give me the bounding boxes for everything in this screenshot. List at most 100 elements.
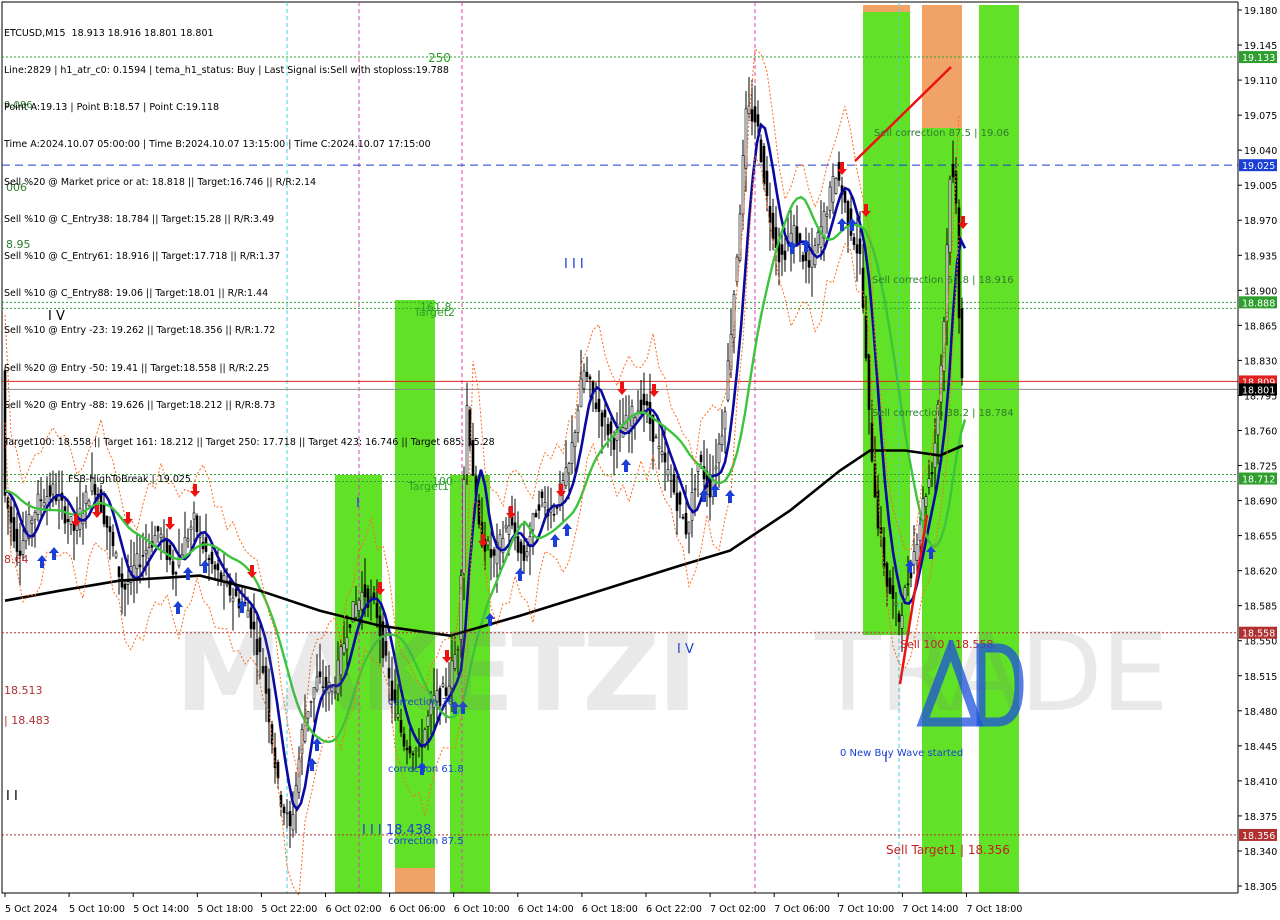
y-tick-label: 19.180 (1244, 6, 1277, 17)
candle-body (924, 496, 928, 507)
time-axis: 5 Oct 2024 5 Oct 10:00 5 Oct 14:00 5 Oct 18… (2, 892, 1238, 915)
x-tick-label: 7 Oct 14:00 (902, 904, 958, 915)
info-line: Sell %20 @ Entry -88: 19.626 || Target:1… (4, 399, 276, 411)
y-tick-label: 18.970 (1244, 216, 1277, 227)
chart-annotation: Sell correction 38.2 | 18.784 (872, 408, 1014, 419)
buy-arrow-icon (173, 601, 183, 614)
candle-body (867, 353, 871, 410)
buy-arrow-icon (562, 523, 572, 536)
candle-body (384, 640, 388, 656)
y-tick-label: 18.305 (1244, 882, 1277, 893)
candle-body (507, 525, 511, 535)
candle-body (123, 583, 127, 590)
candle-body (723, 411, 727, 430)
info-line: Point A:19.13 | Point B:18.57 | Point C:… (4, 102, 220, 114)
chart-annotation: Sell correction 87.5 | 19.06 (874, 128, 1009, 139)
chart-annotation: Sell Target1 | 18.356 (886, 843, 1010, 857)
candle-body (165, 538, 169, 561)
candle-body (762, 145, 766, 185)
zone-band (922, 128, 962, 893)
candle-body (687, 521, 691, 534)
info-line: Sell %10 @ Entry -23: 19.262 || Target:1… (4, 325, 276, 337)
candle-body (405, 747, 409, 751)
candle-body (306, 710, 310, 719)
candle-body (672, 473, 676, 493)
candle-body (891, 585, 895, 599)
y-tick-label: 19.110 (1244, 76, 1277, 87)
sell-arrow-icon (617, 382, 627, 395)
candle-body (387, 667, 391, 679)
candle-body (30, 519, 34, 524)
candle-body (915, 544, 919, 561)
candle-body (930, 472, 934, 475)
candle-body (570, 442, 574, 464)
info-line: Sell %10 @ C_Entry61: 18.916 || Target:1… (4, 251, 281, 263)
candle-body (453, 654, 457, 669)
candle-body (909, 572, 913, 579)
candle-body (282, 806, 286, 813)
candle-body (213, 564, 217, 570)
candle-body (138, 564, 142, 568)
chart-annotation: correction 61.8 (388, 764, 464, 775)
y-tick-label: 18.375 (1244, 812, 1277, 823)
candle-body (582, 370, 586, 390)
candle-body (564, 467, 568, 486)
candle-body (117, 566, 121, 577)
candle-body (333, 691, 337, 694)
zone-band (863, 5, 910, 12)
candle-body (12, 517, 16, 542)
candle-body (450, 660, 454, 689)
candle-body (606, 423, 610, 436)
candle-body (861, 267, 865, 308)
candle-body (42, 502, 46, 507)
candle-body (39, 499, 43, 502)
candle-body (294, 785, 298, 808)
candle-body (693, 488, 697, 491)
candle-body (690, 492, 694, 521)
candle-body (816, 231, 820, 245)
chart-annotation: correction 87.5 (388, 836, 464, 847)
price-label: 18.801 (1242, 385, 1275, 396)
info-line: Line:2829 | h1_atr_c0: 0.1594 | tema_h1_… (4, 65, 449, 77)
price-label: 18.356 (1242, 831, 1275, 842)
candle-body (648, 401, 652, 424)
y-tick-label: 18.900 (1244, 286, 1277, 297)
candle-body (276, 761, 280, 779)
x-tick-label: 6 Oct 02:00 (326, 904, 382, 915)
info-line: ETCUSD,M15 18.913 18.916 18.801 18.801 (4, 27, 214, 39)
candle-body (345, 637, 349, 650)
candle-body (456, 649, 460, 651)
candle-body (825, 213, 829, 217)
price-label: 18.712 (1242, 475, 1275, 486)
candle-body (441, 683, 445, 687)
candle-body (423, 729, 427, 745)
candle-body (111, 531, 115, 547)
candle-body (876, 489, 880, 529)
candle-body (246, 610, 250, 618)
candle-body (585, 371, 589, 377)
info-line: FSB-HighToBreak | 19.025 (68, 474, 191, 486)
candle-body (159, 533, 163, 538)
candle-body (717, 443, 721, 464)
candle-body (612, 438, 616, 450)
chart-annotation: I V (677, 642, 694, 657)
candle-body (174, 572, 178, 575)
candle-body (498, 534, 502, 549)
candle-body (339, 646, 343, 676)
chart-annotation: I I I (564, 257, 584, 272)
x-tick-label: 6 Oct 22:00 (646, 904, 702, 915)
candle-body (870, 422, 874, 462)
chart-annotation: Sell correction 61.8 | 18.916 (872, 275, 1014, 286)
candle-body (192, 512, 196, 520)
candle-body (894, 602, 898, 606)
candle-body (105, 515, 109, 528)
candle-body (843, 190, 847, 203)
y-tick-label: 18.480 (1244, 707, 1277, 718)
chart-annotation: correction 38 (388, 697, 454, 708)
candle-body (357, 599, 361, 611)
candle-body (576, 409, 580, 433)
candle-body (102, 502, 106, 525)
candle-body (81, 513, 85, 525)
buy-arrow-icon (621, 459, 631, 472)
candle-body (807, 260, 811, 268)
